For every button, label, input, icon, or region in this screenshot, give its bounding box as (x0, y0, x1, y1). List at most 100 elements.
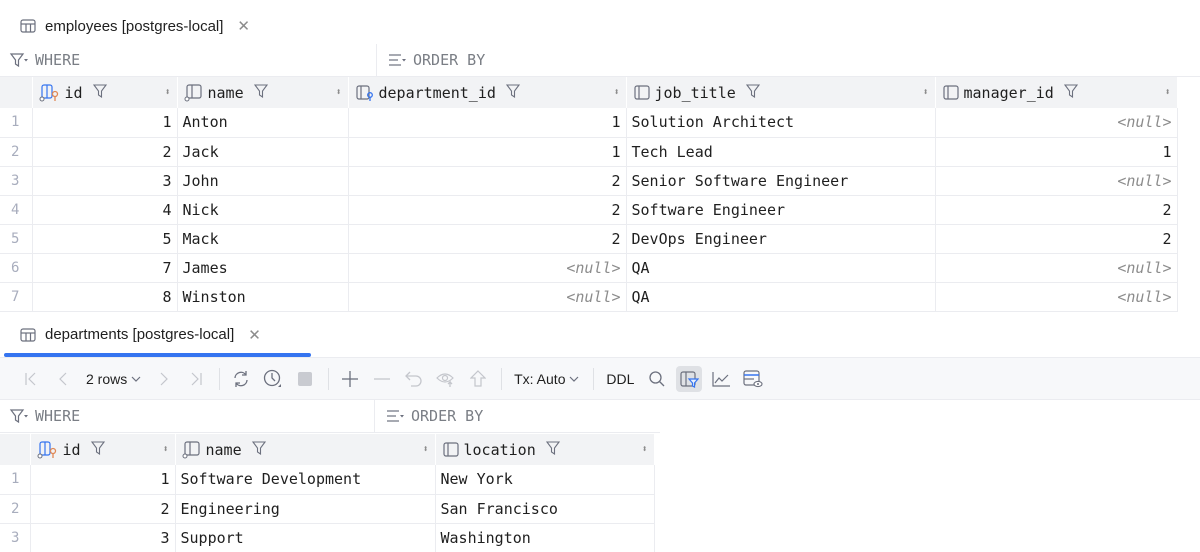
column-header-manager-id[interactable]: manager_id ⬍ (935, 77, 1178, 108)
preview-changes-button[interactable] (433, 366, 459, 392)
stop-button[interactable] (292, 366, 318, 392)
cell-name[interactable]: John (177, 166, 349, 196)
cell-manager-id[interactable]: 1 (935, 137, 1178, 167)
order-by-input[interactable]: ORDER BY (377, 44, 485, 76)
cell-location[interactable]: Washington (435, 523, 655, 552)
column-filter-toggle-button[interactable] (676, 365, 703, 392)
cell-manager-id[interactable]: <null> (935, 253, 1178, 283)
cell-manager-id[interactable]: <null> (935, 108, 1178, 138)
cell-id[interactable]: 1 (30, 465, 176, 495)
reload-button[interactable] (228, 366, 254, 392)
column-filter-icon[interactable] (253, 83, 268, 102)
cell-name[interactable]: Support (175, 523, 436, 552)
next-page-button[interactable] (151, 366, 177, 392)
row-number[interactable]: 7 (0, 282, 33, 312)
tab-departments[interactable]: departments [postgres-local] ✕ (4, 312, 311, 357)
cell-department-id[interactable]: 2 (348, 224, 627, 254)
query-history-button[interactable] (260, 366, 286, 392)
cell-id[interactable]: 4 (32, 195, 178, 225)
view-settings-button[interactable] (740, 366, 766, 392)
cell-manager-id[interactable]: 2 (935, 224, 1178, 254)
cell-id[interactable]: 8 (32, 282, 178, 312)
cell-name[interactable]: Engineering (175, 494, 436, 524)
sort-icon[interactable]: ⬍ (1164, 87, 1170, 98)
table-row[interactable]: 4 4 Nick 2 Software Engineer 2 (0, 195, 1178, 225)
cell-manager-id[interactable]: <null> (935, 166, 1178, 196)
row-number[interactable]: 1 (0, 108, 33, 138)
cell-department-id[interactable]: 1 (348, 108, 627, 138)
column-filter-icon[interactable] (505, 83, 521, 102)
cell-name[interactable]: James (177, 253, 349, 283)
column-header-id[interactable]: id ⬍ (30, 434, 176, 465)
cell-location[interactable]: New York (435, 465, 655, 495)
table-row[interactable]: 3 3 John 2 Senior Software Engineer <null> (0, 166, 1178, 196)
table-row[interactable]: 1 1 Software Development New York (0, 465, 655, 495)
row-number[interactable]: 2 (0, 137, 33, 167)
row-number[interactable]: 4 (0, 195, 33, 225)
sort-icon[interactable]: ⬍ (641, 444, 647, 455)
cell-id[interactable]: 3 (30, 523, 176, 552)
table-row[interactable]: 2 2 Jack 1 Tech Lead 1 (0, 137, 1178, 167)
cell-department-id[interactable]: 1 (348, 137, 627, 167)
cell-department-id[interactable]: <null> (348, 253, 627, 283)
cell-id[interactable]: 2 (30, 494, 176, 524)
cell-id[interactable]: 5 (32, 224, 178, 254)
ddl-button[interactable]: DDL (602, 366, 638, 392)
submit-button[interactable] (465, 366, 491, 392)
column-header-department-id[interactable]: department_id ⬍ (348, 77, 627, 108)
cell-name[interactable]: Winston (177, 282, 349, 312)
close-icon[interactable]: ✕ (237, 17, 250, 35)
sort-icon[interactable]: ⬍ (922, 87, 928, 98)
column-filter-icon[interactable] (745, 83, 760, 102)
transaction-mode-dropdown[interactable]: Tx: Auto (510, 366, 583, 392)
cell-name[interactable]: Nick (177, 195, 349, 225)
row-number[interactable]: 2 (0, 494, 31, 524)
column-filter-icon[interactable] (251, 440, 266, 459)
cell-manager-id[interactable]: 2 (935, 195, 1178, 225)
chart-view-button[interactable] (708, 366, 734, 392)
column-filter-icon[interactable] (90, 440, 105, 459)
cell-job-title[interactable]: QA (626, 282, 936, 312)
last-page-button[interactable] (183, 366, 209, 392)
delete-row-button[interactable] (369, 366, 395, 392)
sort-icon[interactable]: ⬍ (335, 87, 341, 98)
column-filter-icon[interactable] (1063, 83, 1078, 102)
row-number[interactable]: 5 (0, 224, 33, 254)
cell-name[interactable]: Mack (177, 224, 349, 254)
sort-icon[interactable]: ⬍ (164, 87, 170, 98)
first-page-button[interactable] (18, 366, 44, 392)
row-number[interactable]: 6 (0, 253, 33, 283)
column-header-location[interactable]: location ⬍ (435, 434, 655, 465)
tab-employees[interactable]: employees [postgres-local] ✕ (4, 6, 266, 46)
column-header-job-title[interactable]: job_title ⬍ (626, 77, 936, 108)
cell-job-title[interactable]: Solution Architect (626, 108, 936, 138)
close-icon[interactable]: ✕ (248, 326, 261, 344)
where-filter-input[interactable]: WHERE (0, 44, 377, 76)
table-row[interactable]: 3 3 Support Washington (0, 523, 655, 552)
column-filter-icon[interactable] (545, 440, 560, 459)
row-number[interactable]: 1 (0, 465, 31, 495)
sort-icon[interactable]: ⬍ (162, 444, 168, 455)
column-header-name[interactable]: name ⬍ (177, 77, 349, 108)
cell-id[interactable]: 1 (32, 108, 178, 138)
cell-job-title[interactable]: QA (626, 253, 936, 283)
sort-icon[interactable]: ⬍ (613, 87, 619, 98)
column-filter-icon[interactable] (92, 83, 107, 102)
cell-name[interactable]: Anton (177, 108, 349, 138)
where-filter-input[interactable]: WHERE (0, 400, 375, 432)
table-row[interactable]: 7 8 Winston <null> QA <null> (0, 282, 1178, 312)
order-by-input[interactable]: ORDER BY (375, 400, 483, 432)
table-row[interactable]: 2 2 Engineering San Francisco (0, 494, 655, 524)
cell-id[interactable]: 7 (32, 253, 178, 283)
cell-job-title[interactable]: Software Engineer (626, 195, 936, 225)
column-header-id[interactable]: id ⬍ (32, 77, 178, 108)
revert-button[interactable] (401, 366, 427, 392)
cell-location[interactable]: San Francisco (435, 494, 655, 524)
cell-name[interactable]: Jack (177, 137, 349, 167)
table-row[interactable]: 6 7 James <null> QA <null> (0, 253, 1178, 283)
add-row-button[interactable] (337, 366, 363, 392)
cell-department-id[interactable]: 2 (348, 195, 627, 225)
cell-name[interactable]: Software Development (175, 465, 436, 495)
previous-page-button[interactable] (50, 366, 76, 392)
cell-department-id[interactable]: <null> (348, 282, 627, 312)
